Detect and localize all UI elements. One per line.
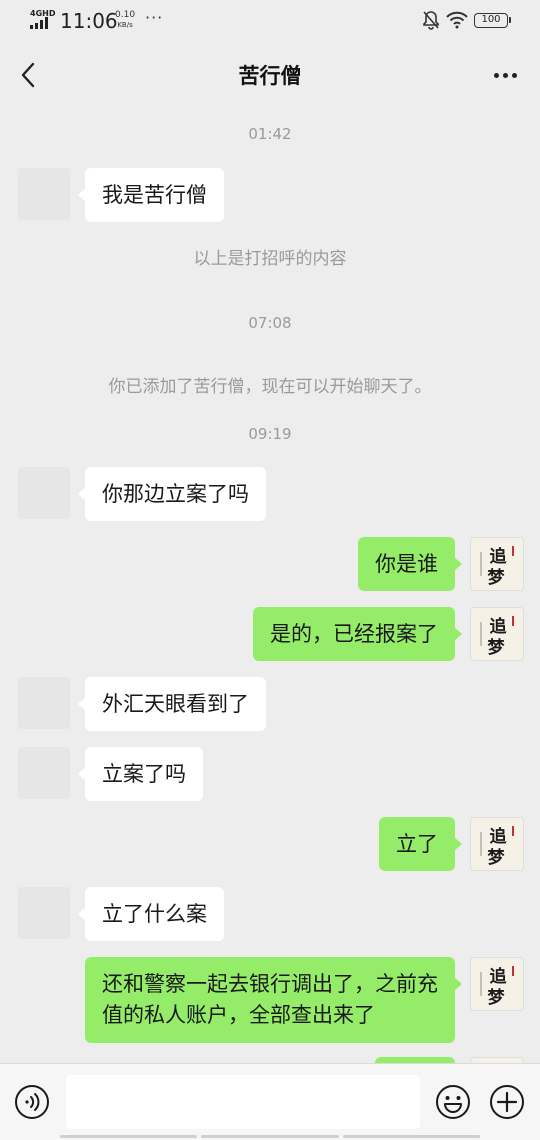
calligraphy-avatar-image: 追 梦: [480, 616, 514, 658]
net-speed-value: 0.10: [115, 10, 136, 20]
more-dot: [511, 72, 517, 78]
my-avatar[interactable]: 追 梦: [470, 607, 524, 661]
timestamp: 07:08: [248, 314, 292, 332]
bell-mute-icon: [423, 11, 439, 30]
contact-avatar[interactable]: [18, 467, 70, 519]
timestamp: 09:19: [248, 425, 292, 443]
message-bubble-incoming[interactable]: 你那边立案了吗: [78, 467, 266, 521]
calligraphy-avatar-image: 追 梦: [480, 546, 514, 588]
net-speed-unit: KB/s: [117, 21, 133, 29]
more-dots-icon: [493, 72, 499, 78]
calligraphy-avatar-image: 追 梦: [480, 826, 514, 868]
svg-text:追: 追: [490, 826, 508, 847]
clock: 11:06: [60, 9, 118, 33]
more-dot: [502, 72, 508, 78]
my-avatar[interactable]: 追 梦: [470, 817, 524, 871]
status-bar: 4GHD 11:06 0.10 KB/s ··· 100: [0, 0, 540, 42]
contact-avatar[interactable]: [18, 747, 70, 799]
svg-text:梦: 梦: [488, 567, 506, 588]
wifi-icon: [446, 11, 468, 29]
system-notice: 以上是打招呼的内容: [193, 249, 347, 269]
signal-icon: [30, 17, 52, 29]
message-bubble-incoming[interactable]: 外汇天眼看到了: [78, 677, 266, 731]
message-bubble-incoming[interactable]: 立案了吗: [78, 747, 203, 801]
message-input[interactable]: [66, 1075, 420, 1129]
message-bubble-outgoing[interactable]: 你是谁: [358, 537, 462, 591]
svg-text:追: 追: [490, 616, 508, 637]
input-bar: [0, 1063, 540, 1140]
notification-dots: ···: [145, 8, 164, 27]
net-speed: 0.10 KB/s: [115, 10, 135, 30]
contact-avatar[interactable]: [18, 677, 70, 729]
chat-area[interactable]: 01:42 我是苦行僧 以上是打招呼的内容 07:08 你已添加了苦行僧，现在可…: [0, 108, 540, 1063]
chat-header: 苦行僧: [0, 42, 540, 108]
plus-icon[interactable]: [489, 1084, 525, 1120]
timestamp: 01:42: [248, 125, 292, 143]
message-bubble-incoming[interactable]: 立了什么案: [78, 887, 224, 941]
svg-text:追: 追: [490, 966, 508, 987]
battery-level: 100: [481, 14, 501, 25]
gesture-bar: [0, 1135, 540, 1140]
my-avatar[interactable]: 追 梦: [470, 537, 524, 591]
emoji-icon[interactable]: [435, 1084, 471, 1120]
message-bubble-incoming[interactable]: 我是苦行僧: [78, 168, 224, 222]
gesture-segment: [342, 1135, 480, 1138]
voice-icon[interactable]: [14, 1084, 50, 1120]
my-avatar[interactable]: 追 梦: [470, 957, 524, 1011]
contact-avatar[interactable]: [18, 887, 70, 939]
contact-avatar[interactable]: [18, 168, 70, 220]
message-bubble-outgoing[interactable]: 还和警察一起去银行调出了，之前充值的私人账户，全部查出来了: [85, 957, 462, 1043]
system-notice: 你已添加了苦行僧，现在可以开始聊天了。: [108, 377, 432, 397]
more-button[interactable]: [488, 60, 522, 90]
svg-text:梦: 梦: [488, 637, 506, 658]
message-bubble-outgoing[interactable]: 立了: [379, 817, 462, 871]
message-bubble-outgoing[interactable]: 是的，已经报案了: [253, 607, 462, 661]
svg-text:梦: 梦: [488, 847, 506, 868]
battery-icon: 100: [474, 13, 511, 28]
page-title: 苦行僧: [238, 64, 302, 88]
svg-text:梦: 梦: [488, 987, 506, 1008]
gesture-segment: [201, 1135, 339, 1138]
gesture-segment: [60, 1135, 198, 1138]
calligraphy-avatar-image: 追 梦: [480, 966, 514, 1008]
svg-text:追: 追: [490, 546, 508, 567]
